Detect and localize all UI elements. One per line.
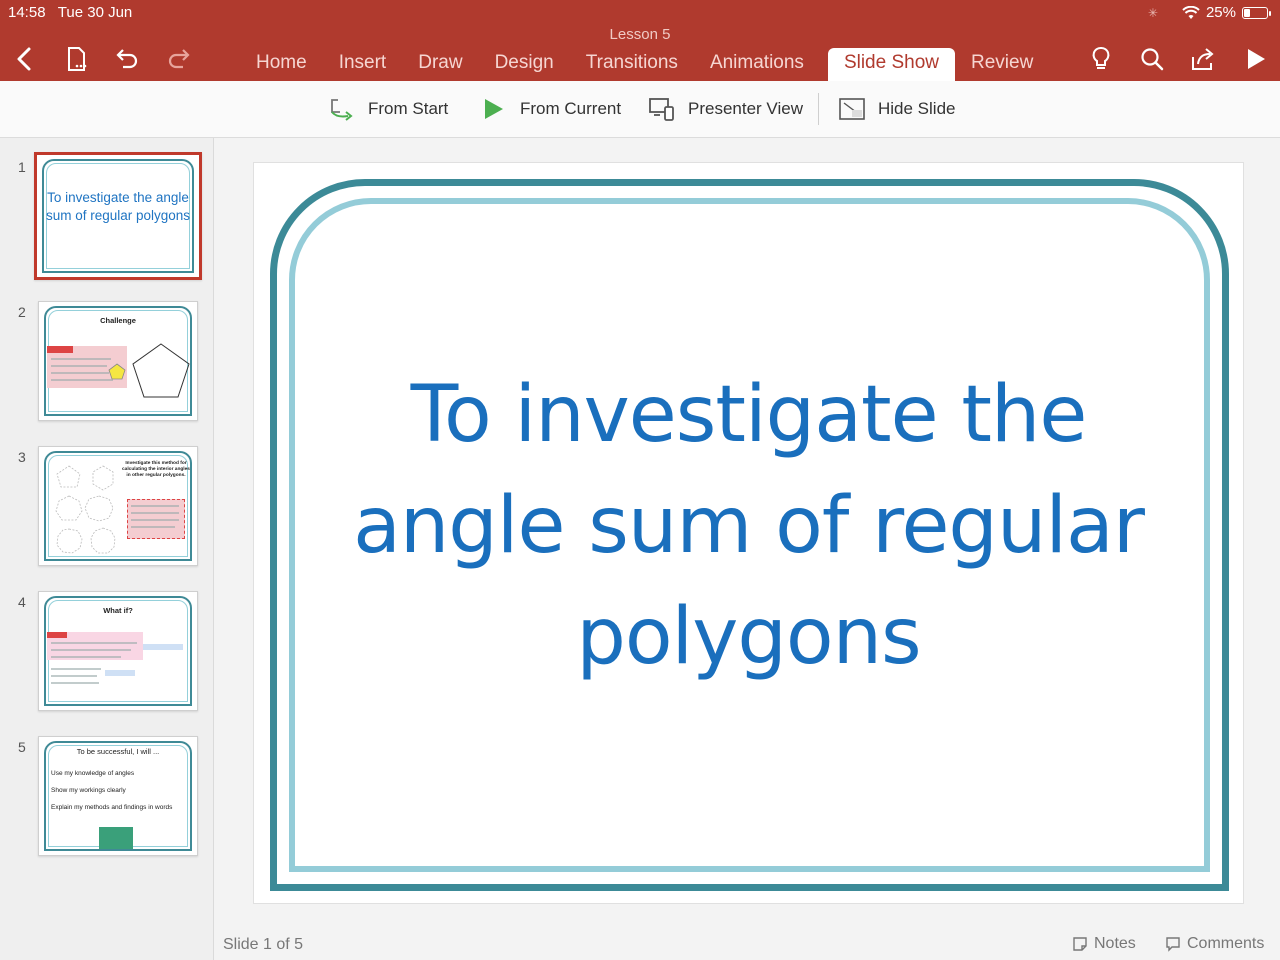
- thumbnail-title: To be successful, I will ...: [76, 747, 160, 756]
- thumbnail-number: 4: [18, 594, 26, 610]
- text-line: [131, 519, 179, 521]
- text-line: [51, 675, 97, 677]
- comments-label: Comments: [1187, 935, 1265, 952]
- whatif-tag: [47, 632, 67, 638]
- date-label: Tue 30 Jun: [57, 4, 133, 21]
- play-icon[interactable]: [1240, 44, 1270, 74]
- undo-icon[interactable]: [112, 44, 142, 74]
- search-icon[interactable]: [1137, 44, 1167, 74]
- hide-slide-label: Hide Slide: [878, 99, 956, 118]
- pentagon-icon: [132, 343, 190, 398]
- battery-percent: 25%: [1205, 4, 1236, 21]
- text-line: [131, 512, 179, 514]
- file-icon[interactable]: [62, 44, 92, 74]
- hide-slide-button[interactable]: Hide Slide: [838, 93, 956, 125]
- text-line: [51, 682, 99, 684]
- slide-thumbnail-1[interactable]: To investigate the angle sum of regular …: [34, 152, 202, 280]
- slide-thumbnail-3[interactable]: Investigate this method for calculating …: [38, 446, 198, 566]
- app-bar: 14:58 Tue 30 Jun ✳ 25% Lesson 5 Home Ins…: [0, 0, 1280, 81]
- from-current-label: From Current: [520, 99, 622, 118]
- lightbulb-icon[interactable]: [1086, 44, 1116, 74]
- thumbnail-bullet: Show my workings clearly: [51, 787, 126, 794]
- from-start-label: From Start: [368, 99, 449, 118]
- polygons-grid-icon: [55, 465, 116, 554]
- ribbon-tabs: Home Insert Draw Design Transitions Anim…: [240, 48, 1049, 81]
- presenter-view-label: Presenter View: [688, 99, 803, 118]
- formula-box: [105, 670, 135, 676]
- text-line: [51, 649, 131, 651]
- thumbnail-title: What if?: [103, 606, 133, 615]
- text-line: [51, 358, 111, 360]
- hide-slide-icon: [839, 98, 865, 120]
- slide-thumbnail-5[interactable]: To be successful, I will ... Use my know…: [38, 736, 198, 856]
- slide-thumbnail-4[interactable]: What if?: [38, 591, 198, 711]
- tab-review[interactable]: Review: [955, 48, 1049, 81]
- tab-slide-show[interactable]: Slide Show: [827, 48, 955, 81]
- presenter-view-button[interactable]: Presenter View: [648, 93, 803, 125]
- from-start-icon: [331, 99, 353, 121]
- tab-transitions[interactable]: Transitions: [570, 48, 694, 81]
- thumbnail-title: Investigate this method for calculating …: [122, 461, 190, 478]
- thumbnail-number: 1: [18, 159, 26, 175]
- battery-icon: [1242, 6, 1271, 19]
- slide-title[interactable]: To investigate the angle sum of regular …: [314, 360, 1183, 693]
- notes-label: Notes: [1094, 935, 1136, 952]
- time-label: 14:58: [8, 4, 46, 21]
- text-line: [51, 365, 107, 367]
- status-time: 14:58 Tue 30 Jun: [8, 4, 132, 21]
- play-green-icon: [485, 99, 503, 119]
- challenge-tag: [47, 346, 73, 353]
- thumbnail-bullet: Explain my methods and findings in words: [51, 804, 173, 811]
- activity-spinner-icon: ✳: [1147, 5, 1158, 20]
- thumbnail-bullet: Use my knowledge of angles: [51, 770, 135, 777]
- formula-box: [143, 644, 183, 650]
- notes-icon: [1073, 937, 1087, 951]
- text-line: [51, 668, 101, 670]
- current-slide[interactable]: To investigate the angle sum of regular …: [253, 162, 1244, 904]
- thumbnail-image: [99, 827, 133, 849]
- slide-thumbnail-2[interactable]: Challenge: [38, 301, 198, 421]
- thumbnail-number: 3: [18, 449, 26, 465]
- status-indicators: ✳ 25%: [1147, 4, 1271, 21]
- thumbnail-title: To investigate the angle sum of regular …: [45, 190, 191, 223]
- wifi-icon: [1182, 5, 1200, 19]
- from-current-button[interactable]: From Current: [480, 93, 621, 125]
- slide-show-ribbon: From Start From Current Presenter View H…: [0, 81, 1280, 138]
- text-line: [51, 642, 137, 644]
- text-line: [51, 372, 109, 374]
- slide-count: Slide 1 of 5: [223, 936, 304, 953]
- from-start-button[interactable]: From Start: [328, 93, 448, 125]
- text-line: [51, 656, 121, 658]
- back-icon[interactable]: [10, 44, 40, 74]
- text-line: [131, 526, 175, 528]
- tab-animations[interactable]: Animations: [694, 48, 820, 81]
- thumbnail-number: 5: [18, 739, 26, 755]
- notes-button[interactable]: Notes: [1072, 935, 1136, 953]
- tab-insert[interactable]: Insert: [323, 48, 403, 81]
- document-title: Lesson 5: [609, 26, 671, 43]
- thumbnail-number: 2: [18, 304, 26, 320]
- small-pentagon-icon: [108, 363, 126, 380]
- tab-home[interactable]: Home: [240, 48, 323, 81]
- thumbnail-title: Challenge: [100, 316, 136, 325]
- share-icon[interactable]: [1188, 44, 1218, 74]
- tab-design[interactable]: Design: [479, 48, 570, 81]
- ribbon-divider: [818, 93, 819, 125]
- tab-draw[interactable]: Draw: [402, 48, 478, 81]
- redo-icon[interactable]: [164, 44, 194, 74]
- text-line: [131, 505, 179, 507]
- text-line: [51, 379, 113, 381]
- presenter-view-icon: [649, 98, 674, 121]
- comment-icon: [1166, 937, 1180, 952]
- comments-button[interactable]: Comments: [1165, 935, 1264, 953]
